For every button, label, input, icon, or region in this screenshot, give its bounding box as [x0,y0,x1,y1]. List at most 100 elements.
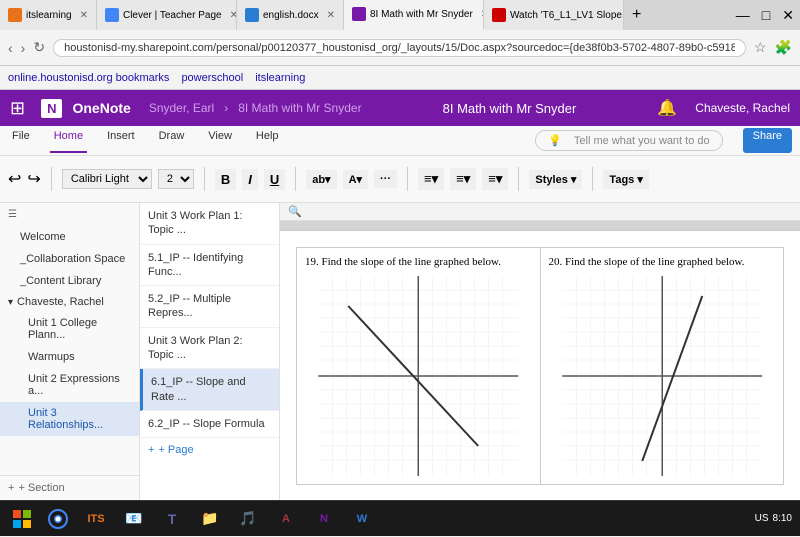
problem-19-title: 19. Find the slope of the line graphed b… [305,256,532,268]
font-family-select[interactable]: Calibri Light [62,169,152,189]
tab-youtube[interactable]: Watch 'T6_L1_LV1 Slope... ✕ [484,0,624,30]
math-problem-20: 20. Find the slope of the line graphed b… [541,247,785,485]
styles-button[interactable]: Styles ▾ [529,170,582,189]
user-name[interactable]: Chaveste, Rachel [695,101,790,115]
menu-view[interactable]: View [204,128,236,153]
bullet-list-button[interactable]: ≡▾ [418,168,444,190]
share-button[interactable]: Share [743,128,792,153]
main-area: ☰ Welcome _Collaboration Space _Content … [0,203,800,500]
divider-2 [204,167,205,191]
taskbar-app-outlook[interactable]: 📧 [116,501,152,537]
divider-5 [518,167,519,191]
search-icon[interactable]: 🔍 [288,205,302,218]
more-button[interactable]: ··· [374,170,397,188]
indent-less-button[interactable]: ≡▾ [482,168,508,190]
highlight-button[interactable]: ab▾ [306,170,336,189]
chrome-icon [48,509,68,529]
page-item-2[interactable]: 5.2_IP -- Multiple Repres... [140,286,279,328]
taskbar-app-its[interactable]: ITS [78,501,114,537]
sidebar-toggle[interactable]: ☰ [0,203,139,226]
menu-insert[interactable]: Insert [103,128,139,153]
doc-content: 19. Find the slope of the line graphed b… [280,221,800,500]
sidebar-item-welcome[interactable]: Welcome [0,226,139,248]
bookmarks-bar: online.houstonisd.org bookmarks powersch… [0,66,800,90]
doc-toolbar: 🔍 [280,203,800,221]
sidebar-item-content-library[interactable]: _Content Library [0,270,139,292]
new-tab-button[interactable]: + [624,0,649,30]
notification-bell-icon[interactable]: 🔔 [657,98,677,118]
undo-button[interactable]: ↩ [8,169,21,189]
tab-close-itslearning[interactable]: ✕ [80,10,88,21]
tab-close-word[interactable]: ✕ [327,10,335,21]
refresh-button[interactable]: ↻ [33,39,45,56]
sidebar-item-unit1[interactable]: Unit 1 College Plann... [0,312,139,346]
sidebar-item-collaboration[interactable]: _Collaboration Space [0,248,139,270]
page-item-5[interactable]: 6.2_IP -- Slope Formula [140,411,279,438]
tab-close-clever[interactable]: ✕ [230,10,237,21]
redo-button[interactable]: ↪ [27,169,40,189]
notebook-section: 8I Math with Mr Snyder [238,101,361,115]
menu-home[interactable]: Home [50,128,87,153]
tell-me-text: Tell me what you want to do [570,133,714,149]
taskbar-app-onenote[interactable]: N [306,501,342,537]
close-button[interactable]: ✕ [776,0,800,30]
problem-19-grid [305,276,532,476]
star-icon[interactable]: ☆ [754,39,767,56]
taskbar-app-chrome[interactable] [40,501,76,537]
sidebar-group-chaveste[interactable]: ▾ Chaveste, Rachel [0,292,139,312]
extensions-icon[interactable]: 🧩 [775,39,792,56]
page-item-4[interactable]: 6.1_IP -- Slope and Rate ... [140,369,279,411]
back-button[interactable]: ‹ [8,40,13,56]
page-item-3[interactable]: Unit 3 Work Plan 2: Topic ... [140,328,279,370]
taskbar-app-music[interactable]: 🎵 [230,501,266,537]
minimize-button[interactable]: — [730,0,756,30]
onenote-logo: N [41,99,62,118]
underline-button[interactable]: U [264,169,285,190]
sidebar-item-unit2[interactable]: Unit 2 Expressions a... [0,368,139,402]
app-grid-icon[interactable]: ⊞ [10,98,25,119]
forward-button[interactable]: › [21,40,26,56]
tab-icon-itslearning [8,8,22,22]
tab-itslearning[interactable]: itslearning ✕ [0,0,97,30]
font-size-select[interactable]: 20 [158,169,194,189]
bookmark-itslearning[interactable]: itslearning [255,72,305,84]
menu-file[interactable]: File [8,128,34,153]
italic-button[interactable]: I [242,169,258,190]
taskbar-app-files[interactable]: 📁 [192,501,228,537]
onenote-titlebar: ⊞ N OneNote Snyder, Earl › 8I Math with … [0,90,800,126]
tell-me-input[interactable]: 💡 Tell me what you want to do [531,128,726,153]
page-item-1[interactable]: 5.1_IP -- Identifying Func... [140,245,279,287]
address-input[interactable] [53,39,746,57]
sidebar-item-warmups[interactable]: Warmups [0,346,139,368]
tab-word[interactable]: english.docx ✕ [237,0,344,30]
tab-icon-onenote [352,7,366,21]
maximize-button[interactable]: □ [756,0,776,30]
indent-more-button[interactable]: ≡▾ [450,168,476,190]
tab-label-word: english.docx [263,10,319,21]
taskbar-app-word[interactable]: W [344,501,380,537]
menu-help[interactable]: Help [252,128,283,153]
sidebar: ☰ Welcome _Collaboration Space _Content … [0,203,140,500]
font-color-button[interactable]: A▾ [343,170,368,189]
add-page-button[interactable]: + + Page [140,438,279,462]
menu-draw[interactable]: Draw [155,128,189,153]
add-page-label: + Page [158,444,193,456]
taskbar-app-access[interactable]: A [268,501,304,537]
tab-onenote[interactable]: 8I Math with Mr Snyder ✕ [344,0,484,30]
tab-label-youtube: Watch 'T6_L1_LV1 Slope... [510,10,624,21]
sidebar-item-unit3[interactable]: Unit 3 Relationships... [0,402,139,436]
add-section-button[interactable]: + + Section [0,475,139,500]
bold-button[interactable]: B [215,169,236,190]
problem-20-number: 20. [549,256,563,268]
page-item-0[interactable]: Unit 3 Work Plan 1: Topic ... [140,203,279,245]
bookmark-houstonisd[interactable]: online.houstonisd.org bookmarks [8,72,169,84]
page-title: 8I Math with Mr Snyder [372,101,648,116]
problem-19-text: Find the slope of the line graphed below… [322,256,502,268]
taskbar-app-teams[interactable]: T [154,501,190,537]
tags-button[interactable]: Tags ▾ [603,170,648,189]
problem-19-number: 19. [305,256,319,268]
start-button[interactable] [4,501,40,537]
tab-label-itslearning: itslearning [26,10,72,21]
tab-clever[interactable]: Clever | Teacher Page ✕ [97,0,237,30]
bookmark-powerschool[interactable]: powerschool [181,72,243,84]
